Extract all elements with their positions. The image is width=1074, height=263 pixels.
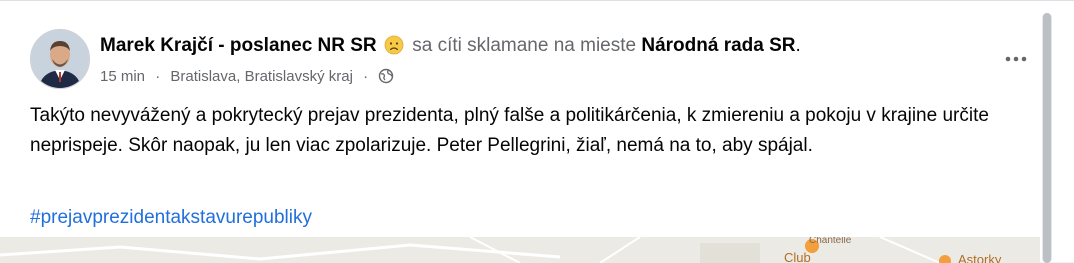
map-label-right: Astorky [958, 252, 1002, 263]
post-meta: 15 min · Bratislava, Bratislavský kraj · [100, 67, 954, 90]
post-place[interactable]: Bratislava, Bratislavský kraj [170, 68, 353, 85]
location-link[interactable]: Národná rada SR [641, 35, 795, 56]
feeling-text: sa cíti sklamane na mieste [412, 35, 637, 56]
globe-icon[interactable] [378, 68, 394, 90]
map-tiles: Chantelle Club Astorky [0, 237, 1002, 263]
disappointed-face-icon [384, 35, 404, 63]
map-preview[interactable]: Chantelle Club Astorky [0, 237, 1040, 263]
post-header-line: Marek Krajčí - poslanec NR SR sa cíti sk… [100, 33, 954, 63]
scrollbar-thumb[interactable] [1043, 13, 1051, 263]
map-label-club: Club [784, 250, 811, 263]
avatar-portrait [31, 30, 89, 88]
post-header: Marek Krajčí - poslanec NR SR sa cíti sk… [100, 33, 954, 90]
meta-separator: · [155, 68, 161, 85]
location-suffix: . [795, 35, 801, 56]
scrollbar-track[interactable] [1042, 13, 1052, 263]
author-avatar[interactable] [30, 29, 90, 89]
map-label-partial: Chantelle [809, 237, 852, 246]
post-body-text: Takýto nevyvážený a pokrytecký prejav pr… [30, 105, 989, 156]
meta-separator: · [363, 68, 369, 85]
more-options-button[interactable] [1000, 43, 1032, 75]
hashtag-link[interactable]: #prejavprezidentakstavurepubliky [30, 205, 312, 231]
more-options-icon [1005, 56, 1027, 62]
post-card: Marek Krajčí - poslanec NR SR sa cíti sk… [0, 0, 1074, 263]
post-timestamp[interactable]: 15 min [100, 68, 145, 85]
author-name-link[interactable]: Marek Krajčí - poslanec NR SR [100, 35, 377, 56]
